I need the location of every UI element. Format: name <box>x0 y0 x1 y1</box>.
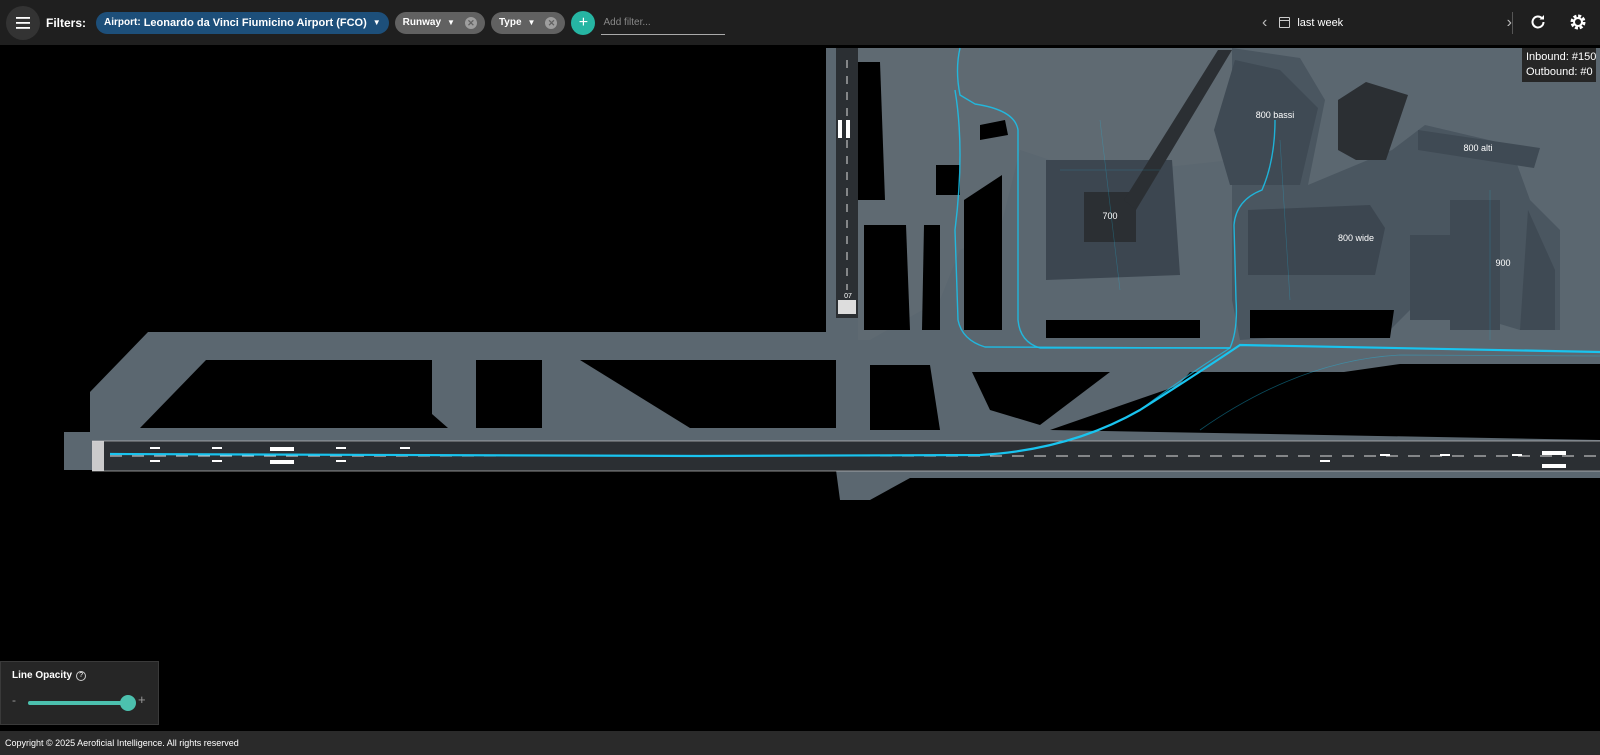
chevron-left-icon[interactable]: ‹ <box>1262 14 1267 32</box>
runway-chip-key: Runway <box>402 17 442 28</box>
flight-stats-box: Inbound: #1505 Outbound: #0 <box>1522 48 1596 82</box>
runway-north <box>836 48 858 318</box>
footer: Copyright © 2025 Aeroficial Intelligence… <box>0 731 1600 755</box>
type-chip-key: Type <box>498 17 522 28</box>
line-opacity-slider[interactable] <box>28 695 136 711</box>
runway-07-label: 07 <box>844 293 852 300</box>
pier-700-label: 700 <box>1102 211 1117 221</box>
help-icon[interactable]: ? <box>76 671 87 681</box>
date-range-picker: ‹ last week › <box>1262 0 1512 45</box>
line-opacity-title: Line Opacity? <box>12 670 87 681</box>
slider-fill <box>28 701 128 705</box>
airport-filter-chip[interactable]: Airport: Leonardo da Vinci Fiumicino Air… <box>96 11 389 34</box>
remove-type-filter-icon[interactable]: ✕ <box>545 16 558 29</box>
type-filter-chip[interactable]: Type ▼ ✕ <box>490 11 566 34</box>
runway-filter-chip[interactable]: Runway ▼ ✕ <box>394 11 485 34</box>
add-filter-input[interactable] <box>601 10 726 35</box>
date-range-label[interactable]: last week <box>1297 17 1506 29</box>
inbound-count: Inbound: #1505 <box>1526 51 1596 63</box>
pier-900-label: 900 <box>1495 258 1510 268</box>
increase-opacity-button[interactable]: + <box>138 692 146 707</box>
calendar-icon <box>1279 17 1291 28</box>
toolbar-divider <box>1512 12 1513 34</box>
copyright-text: Copyright © 2025 Aeroficial Intelligence… <box>5 738 239 748</box>
remove-runway-filter-icon[interactable]: ✕ <box>464 16 477 29</box>
caret-down-icon: ▼ <box>372 18 381 27</box>
line-opacity-label: Line Opacity <box>12 670 73 681</box>
filters-label: Filters: <box>46 15 87 30</box>
add-filter-button[interactable]: + <box>571 10 596 35</box>
caret-down-icon: ▼ <box>527 18 536 27</box>
pier-800-wide-label: 800 wide <box>1338 233 1374 243</box>
caret-down-icon: ▼ <box>447 18 455 27</box>
pier-800-alti-label: 800 alti <box>1463 143 1492 153</box>
pier-800-bassi-label: 800 bassi <box>1256 110 1295 120</box>
hamburger-menu-icon <box>16 16 30 29</box>
slider-thumb[interactable] <box>120 695 136 711</box>
decrease-opacity-button[interactable]: - <box>12 693 16 707</box>
outbound-count: Outbound: #0 <box>1526 66 1593 78</box>
airport-map[interactable]: 700 800 bassi 800 alti 800 wide 900 07 <box>0 45 1600 715</box>
gear-icon[interactable] <box>1568 12 1588 32</box>
menu-button[interactable] <box>6 5 40 40</box>
refresh-icon[interactable] <box>1528 12 1548 32</box>
airport-chip-value: Leonardo da Vinci Fiumicino Airport (FCO… <box>143 16 367 29</box>
airport-chip-key: Airport: <box>104 17 141 28</box>
line-opacity-panel: Line Opacity? - + <box>0 661 159 725</box>
